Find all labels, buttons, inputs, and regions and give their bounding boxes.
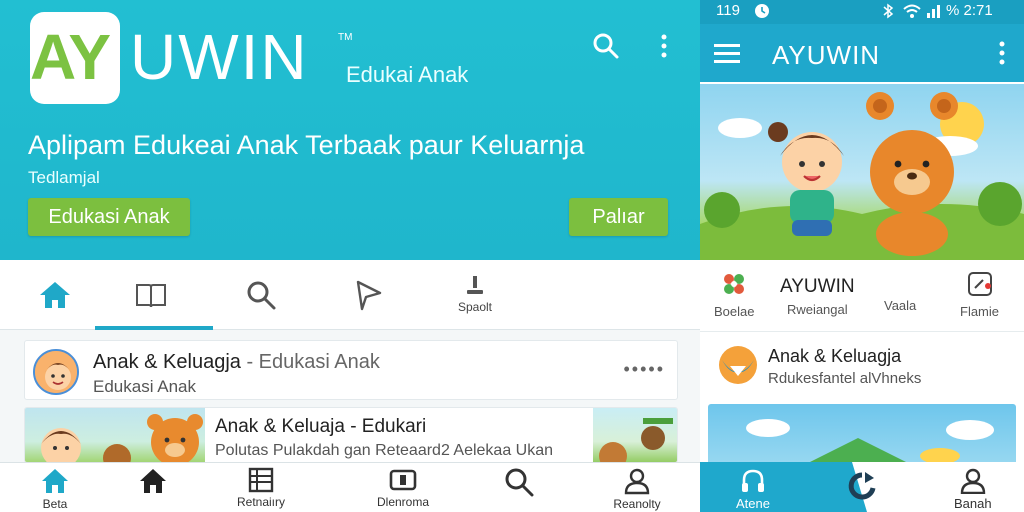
right-screen: 119 % 2:71 AYUWIN Boelae AYUWIN Rweianga… (700, 0, 1024, 512)
card-subtitle: Edukasi Anak (93, 377, 197, 396)
tab-search[interactable] (206, 260, 316, 330)
card-title: Anak & Keluagja - Edukasi Anak (93, 351, 380, 373)
bluetooth-icon (882, 3, 894, 23)
quick-ayuwin[interactable]: AYUWIN Rweiangal (780, 270, 855, 317)
hero-illustration (700, 84, 1024, 260)
search-icon (505, 468, 534, 497)
quick-boelae[interactable]: Boelae (714, 270, 754, 319)
bottom-nav-home-label: Beta (42, 497, 68, 511)
tab-home[interactable] (0, 260, 110, 330)
quick-vaala-label: Vaala (884, 298, 917, 313)
pin-icon (467, 276, 483, 294)
list-item[interactable]: Anak & Keluagja Rdukesfantel alVhneks (700, 334, 1024, 396)
flower-icon (724, 274, 745, 294)
paper-plane-icon (356, 280, 382, 311)
list-icon (248, 467, 274, 493)
quick-ayuwin-title: AYUWIN (780, 276, 855, 297)
logo-ay: AY (30, 21, 111, 93)
home-icon (40, 282, 70, 308)
tab-send[interactable] (314, 260, 424, 330)
book-open-icon (389, 469, 417, 491)
card-title: Anak & Keluaja - Edukari (215, 416, 427, 437)
quick-flamie-label: Flamie (960, 304, 1000, 319)
card-title: Anak & Keluagja (768, 346, 902, 366)
headphones-icon (741, 469, 764, 492)
more-vert-icon[interactable] (660, 32, 668, 67)
card-subtitle: Rdukesfantel alVhneks (768, 370, 922, 387)
search-icon (247, 281, 276, 310)
app-logo-icon (718, 344, 758, 391)
bottom-nav-home-2[interactable] (98, 467, 208, 512)
quick-ayuwin-label: Rweiangal (786, 302, 848, 317)
promo-banner[interactable] (708, 404, 1016, 468)
bottom-nav-search[interactable] (464, 467, 574, 512)
list-item[interactable]: Anak & Keluagja - Edukasi Anak Edukasi A… (24, 340, 678, 400)
bottom-nav: Beta Retnaiıry Dlenroma Reanolty (0, 462, 700, 512)
logo-uwin: UWIN (130, 21, 309, 93)
bottom-nav: Atene Banah (700, 462, 1024, 512)
bottom-nav-list-label: Retnaiıry (236, 495, 286, 509)
edit-icon (967, 272, 992, 296)
bottom-nav-book[interactable]: Dlenroma (348, 467, 458, 512)
user-icon (624, 468, 650, 495)
bottom-nav-list[interactable]: Retnaiıry (206, 467, 316, 512)
hero-subtitle: Tedlamjal (28, 168, 100, 187)
nav-banah-label: Banah (954, 496, 992, 511)
card-subtitle: Polutas Pulakdah gan Reteaard2 Aelekaa U… (215, 442, 554, 459)
avatar (33, 349, 79, 395)
status-time: 119 (716, 2, 740, 19)
nav-atene-label: Atene (736, 496, 770, 511)
tab-spaolt-label: Spaolt (457, 300, 493, 314)
quick-boelae-label: Boelae (714, 304, 755, 319)
pahar-button[interactable]: Palıar (569, 198, 668, 236)
status-bar: 119 % 2:71 (700, 0, 1024, 24)
quick-flamie[interactable]: Flamie (960, 270, 999, 319)
bottom-nav-book-label: Dlenroma (376, 495, 430, 509)
book-icon (136, 284, 166, 308)
app-title: AYUWIN (772, 40, 881, 70)
left-screen: AY UWIN TM Edukai Anak Aplipam Edukeai A… (0, 0, 700, 512)
bottom-nav-profile-label: Reanolty (613, 497, 661, 511)
search-icon[interactable] (592, 32, 620, 67)
thumbnail-image (25, 408, 205, 462)
menu-icon[interactable] (714, 42, 740, 69)
hero-banner: AY UWIN TM Edukai Anak Aplipam Edukeai A… (0, 0, 700, 260)
home-icon (42, 469, 68, 493)
more-icon[interactable]: ••••• (623, 359, 665, 380)
nav-refresh[interactable] (848, 472, 876, 502)
clock-icon (754, 3, 770, 23)
bottom-nav-home[interactable]: Beta (0, 467, 110, 512)
tab-spaolt[interactable]: Spaolt (420, 260, 530, 330)
logo-subtitle: Edukai Anak (346, 62, 469, 87)
edukasi-anak-button[interactable]: Edukasi Anak (28, 198, 190, 236)
tab-library[interactable] (96, 260, 206, 330)
refresh-icon (848, 472, 876, 500)
quick-actions: Boelae AYUWIN Rweiangal Vaala Flamie (700, 262, 1024, 332)
wifi-icon (902, 3, 922, 23)
logo-trademark: TM (338, 32, 353, 43)
quick-vaala[interactable]: Vaala (884, 292, 916, 313)
app-bar: AYUWIN (700, 24, 1024, 82)
tab-bar: Spaolt (0, 260, 700, 330)
nav-atene[interactable]: Atene (736, 468, 770, 511)
more-vert-icon[interactable] (998, 40, 1006, 71)
thumbnail-image (593, 408, 677, 462)
signal-icon (926, 4, 942, 22)
active-tab-indicator (95, 326, 213, 330)
hero-title: Aplipam Edukeai Anak Terbaak paur Keluar… (28, 130, 585, 160)
bottom-nav-profile[interactable]: Reanolty (582, 467, 692, 512)
list-item[interactable]: Anak & Keluaja - Edukari Polutas Pulakda… (24, 407, 678, 463)
home-filled-icon (140, 469, 166, 493)
battery-time: % 2:71 (946, 2, 993, 19)
user-icon (960, 468, 985, 494)
nav-banah[interactable]: Banah (954, 468, 992, 511)
